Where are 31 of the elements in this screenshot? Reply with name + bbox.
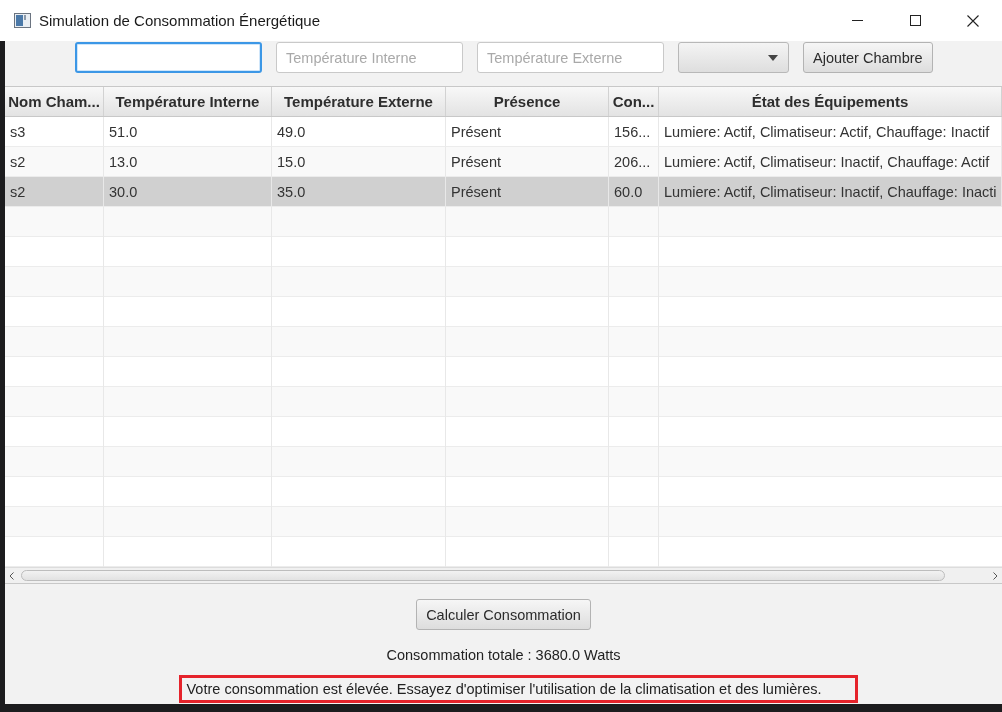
app-window-icon: [14, 13, 31, 28]
scrollbar-thumb[interactable]: [21, 570, 945, 581]
column-header[interactable]: Présence: [446, 87, 609, 116]
calculate-button[interactable]: Calculer Consommation: [416, 599, 591, 630]
table-row[interactable]: s2 13.0 15.0 Présent 206... Lumiere: Actif, Climatiseur: Inactif, Chauffage: Actif: [5, 147, 1002, 177]
minimize-icon: [851, 20, 863, 21]
table-cell: 30.0: [104, 177, 272, 207]
input-field[interactable]: Température Externe: [477, 42, 664, 73]
warning-message: Votre consommation est élevée. Essayez d'optimiser l'utilisation de la climatisation et des lumières.: [178, 675, 859, 703]
table-cell: 60.0: [609, 177, 659, 207]
table-row[interactable]: s3 51.0 49.0 Présent 156... Lumiere: Actif, Climatiseur: Actif, Chauffage: Inactif: [5, 117, 1002, 147]
add-room-button[interactable]: Ajouter Chambre: [803, 42, 933, 73]
table-cell: s2: [5, 177, 104, 207]
column-header[interactable]: Con...: [609, 87, 659, 116]
column-header[interactable]: Température Interne: [104, 87, 272, 116]
caret-icon: [768, 54, 778, 61]
table-cell: Lumiere: Actif, Climatiseur: Inactif, Chauffage: Inacti: [659, 177, 1002, 207]
close-icon: [967, 14, 979, 27]
table-cell: Présent: [446, 177, 609, 207]
horizontal-scrollbar[interactable]: [5, 567, 1002, 584]
table-cell: 35.0: [272, 177, 446, 207]
total-consumption-text: Consommation totale : 3680.0 Watts: [386, 647, 621, 663]
input-field[interactable]: [75, 42, 262, 73]
column-header[interactable]: Température Externe: [272, 87, 446, 116]
column-header[interactable]: État des Équipements: [659, 87, 1002, 116]
input-field[interactable]: Température Interne: [276, 42, 463, 73]
maximize-icon: [909, 15, 921, 26]
window-title: Simulation de Consommation Énergétique: [39, 12, 320, 29]
table-row[interactable]: s2 30.0 35.0 Présent 60.0 Lumiere: Actif, Climatiseur: Inactif, Chauffage: Inacti: [5, 177, 1002, 207]
dropdown[interactable]: [678, 42, 789, 73]
column-header[interactable]: Nom Cham...: [5, 87, 104, 116]
